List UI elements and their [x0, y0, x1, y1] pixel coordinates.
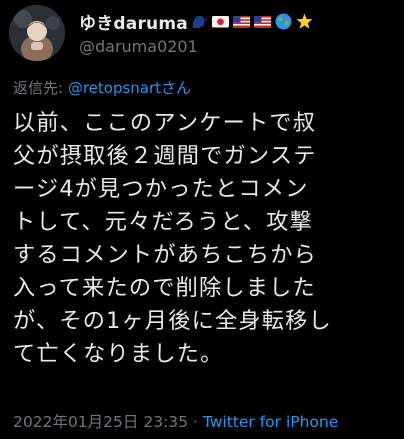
japan-flag-icon [211, 12, 230, 31]
tweet-time[interactable]: 23:35 [143, 413, 188, 431]
tweet-text-line: 以前、ここのアンケートで叔 [13, 110, 317, 136]
reply-target-link[interactable]: @retopsnartさん [68, 79, 191, 97]
glowing-star-icon [295, 12, 314, 31]
tweet-text-line: するコメントがあちこちから [13, 242, 318, 268]
tweet-source-link[interactable]: Twitter for iPhone [203, 413, 338, 431]
user-handle[interactable]: @daruma0201 [79, 37, 198, 56]
tweet-date[interactable]: 2022年01月25日 [13, 413, 138, 431]
display-name-row[interactable]: ゆきdaruma [79, 9, 314, 34]
tweet-text-line: が、その1ヶ月後に全身転移し [13, 308, 332, 334]
tweet-text-line: て亡くなりました。 [13, 341, 224, 367]
tweet-text: 以前、ここのアンケートで叔 父が摂取後２週間でガンステ ージ4が見つかったとコメ… [13, 107, 393, 371]
globe-icon [274, 12, 293, 31]
tweet-text-line: ージ4が見つかったとコメン [13, 176, 309, 202]
reply-to-line: 返信先: @retopsnartさん [13, 77, 191, 98]
meta-separator: · [192, 413, 198, 431]
tweet-metadata: 2022年01月25日 23:35 · Twitter for iPhone [13, 410, 338, 432]
display-name[interactable]: ゆきdaruma [79, 9, 188, 34]
tweet: ゆきdaruma @daruma0201 返信先: @retopsnartさん … [0, 0, 404, 439]
us-flag-icon [232, 12, 251, 31]
speaking-head-icon [190, 12, 209, 31]
tweet-text-line: 入って来たので削除しました [13, 275, 316, 301]
avatar[interactable] [9, 5, 65, 61]
reply-prefix: 返信先: [13, 79, 68, 97]
tweet-text-line: 父が摂取後２週間でガンステ [13, 143, 317, 169]
tweet-text-line: トして、元々だろうと、攻撃 [13, 209, 314, 235]
us-flag-icon [253, 12, 272, 31]
